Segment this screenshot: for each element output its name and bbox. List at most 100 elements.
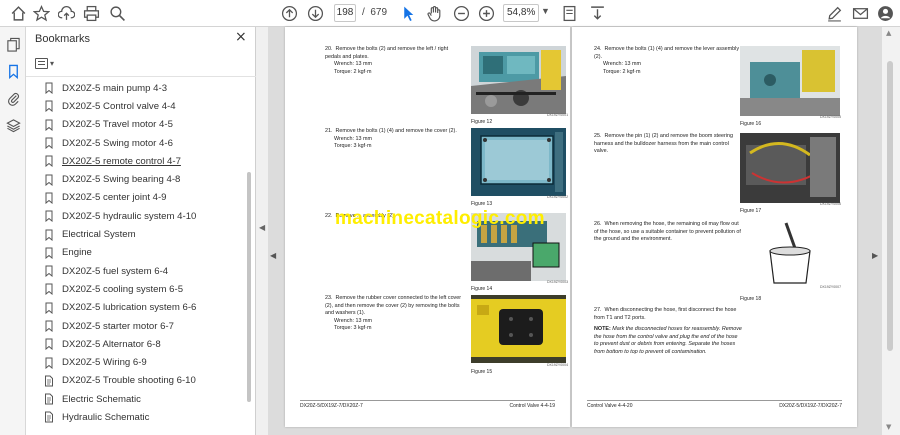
search-icon[interactable] (107, 3, 127, 23)
bookmark-label: DX20Z-5 cooling system 6-5 (62, 283, 184, 295)
bookmark-item[interactable]: DX20Z-5 fuel system 6-4 (26, 262, 248, 280)
figure-code: DX19ZY0005 (820, 115, 842, 119)
bookmark-item[interactable]: DX20Z-5 remote control 4-7 (26, 152, 248, 170)
bookmark-page-icon (44, 393, 54, 405)
zoom-in-icon[interactable] (476, 3, 496, 23)
list-options-icon (35, 57, 48, 69)
bookmark-item[interactable]: Electrical System (26, 225, 248, 243)
figure-image (740, 46, 840, 116)
bookmark-label: DX20Z-5 Trouble shooting 6-10 (62, 375, 196, 387)
figure-image (471, 128, 566, 196)
bookmark-item[interactable]: DX20Z-5 Travel motor 4-5 (26, 116, 248, 134)
figure-caption: Figure 16 (740, 121, 762, 127)
bookmark-item[interactable]: DX20Z-5 starter motor 6-7 (26, 317, 248, 335)
bookmark-icon (44, 247, 54, 259)
step-24: 24. Remove the bolts (1) (4) and remove … (594, 46, 740, 75)
mail-icon[interactable] (850, 3, 870, 23)
bookmark-item[interactable]: DX20Z-5 Swing bearing 4-8 (26, 170, 248, 188)
page-footer: DX20Z-5/DX19Z-7/DX20Z-7 Control Valve 4-… (300, 400, 555, 409)
zoom-out-icon[interactable] (451, 3, 471, 23)
figure-code: DX19ZY0006 (820, 202, 842, 206)
bookmark-item[interactable]: DX20Z-5 lubrication system 6-6 (26, 299, 248, 317)
bookmark-icon (44, 302, 54, 314)
bookmark-icon (44, 265, 54, 278)
figure-image (764, 221, 816, 289)
close-icon[interactable]: × (235, 29, 247, 45)
page-number-input[interactable]: 198 (334, 4, 356, 22)
bookmark-label: DX20Z-5 center joint 4-9 (62, 192, 167, 204)
bookmarks-tab-icon[interactable] (4, 62, 22, 80)
bookmark-label: DX20Z-5 Control valve 4-4 (62, 100, 176, 112)
bookmark-item[interactable]: DX20Z-5 center joint 4-9 (26, 189, 248, 207)
bookmark-page-icon (44, 411, 54, 423)
bookmark-label: Electrical System (62, 229, 136, 241)
step-23: 23. Remove the rubber cover connected to… (325, 295, 462, 332)
bookmark-item[interactable]: Engine (26, 244, 248, 262)
bookmark-label: DX20Z-5 lubrication system 6-6 (62, 302, 197, 314)
figure-code: DX19ZY0004 (547, 363, 569, 367)
figure-code: DX19ZY0001 (547, 113, 569, 117)
bookmark-item[interactable]: DX20Z-5 Swing motor 4-6 (26, 134, 248, 152)
panel-resize-handle[interactable]: ◀ (256, 27, 268, 435)
print-icon[interactable] (81, 3, 101, 23)
note: NOTE: Mark the disconnected hoses for re… (594, 326, 742, 355)
panel-scrollbar[interactable] (247, 172, 251, 402)
bookmark-page-icon (44, 375, 54, 387)
bookmark-item[interactable]: DX20Z-5 Wiring 6-9 (26, 353, 248, 371)
previous-page-arrow-icon[interactable]: ◀ (270, 251, 276, 260)
upload-cloud-icon[interactable] (56, 3, 76, 23)
select-cursor-icon[interactable] (398, 3, 418, 23)
home-icon[interactable] (8, 3, 28, 23)
collapse-panel-icon[interactable]: ◀ (259, 223, 265, 232)
step-26: 26. When removing the hose, the remainin… (594, 221, 741, 243)
document-scrollbar[interactable]: ▲ ▼ (882, 27, 900, 435)
bookmark-label: Hydraulic Schematic (62, 411, 150, 423)
next-page-icon[interactable] (305, 3, 325, 23)
bookmark-item[interactable]: Hydraulic Schematic (26, 408, 248, 426)
chevron-down-icon: ▾ (50, 58, 55, 68)
watermark-text: machinecatalogic.com (335, 208, 545, 229)
sign-pen-icon[interactable] (824, 3, 844, 23)
bookmark-label: DX20Z-5 main pump 4-3 (62, 82, 168, 94)
step-27: 27. When disconnecting the hose, first d… (594, 307, 737, 321)
bookmark-item[interactable]: DX20Z-5 cooling system 6-5 (26, 280, 248, 298)
pdf-page-right: 24. Remove the bolts (1) (4) and remove … (572, 27, 857, 427)
bookmark-icon (44, 229, 54, 241)
account-icon[interactable] (875, 3, 895, 23)
bookmark-icon (44, 155, 54, 168)
layers-icon[interactable] (4, 116, 22, 134)
figure-code: DX19ZY0003 (547, 280, 569, 284)
bookmark-label: DX20Z-5 hydraulic system 4-10 (62, 210, 197, 222)
figure-caption: Figure 12 (471, 119, 493, 125)
bookmark-item[interactable]: Electric Schematic (26, 390, 248, 408)
scroll-mode-icon[interactable] (587, 3, 607, 23)
next-page-arrow-icon[interactable]: ▶ (872, 251, 878, 260)
page-thumbnails-icon[interactable] (4, 35, 22, 53)
bookmark-icon (44, 357, 54, 369)
bookmark-item[interactable]: DX20Z-5 main pump 4-3 (26, 79, 248, 97)
bookmark-item[interactable]: DX20Z-5 hydraulic system 4-10 (26, 207, 248, 225)
figure-caption: Figure 14 (471, 286, 493, 292)
previous-page-icon[interactable] (279, 3, 299, 23)
bookmark-item[interactable]: DX20Z-5 Trouble shooting 6-10 (26, 372, 248, 390)
bookmark-icon (44, 137, 54, 150)
document-viewport[interactable]: 20. Remove the bolts (2) and remove the … (268, 27, 882, 435)
attachment-icon[interactable] (4, 89, 22, 107)
bookmark-icon (44, 100, 54, 113)
bookmark-options-button[interactable]: ▾ (35, 55, 63, 71)
page-fit-icon[interactable] (559, 3, 579, 23)
hand-tool-icon[interactable] (424, 3, 444, 23)
bookmark-icon (44, 82, 54, 95)
scrollbar-thumb[interactable] (887, 61, 893, 351)
scroll-down-icon[interactable]: ▼ (886, 423, 891, 431)
bookmark-label: DX20Z-5 Swing motor 4-6 (62, 137, 173, 149)
bookmark-label: DX20Z-5 Wiring 6-9 (62, 357, 147, 369)
step-20: 20. Remove the bolts (2) and remove the … (325, 46, 449, 75)
star-icon[interactable] (31, 3, 51, 23)
scroll-up-icon[interactable]: ▲ (886, 29, 891, 37)
bookmark-item[interactable]: DX20Z-5 Alternator 6-8 (26, 335, 248, 353)
bookmark-item[interactable]: DX20Z-5 Control valve 4-4 (26, 97, 248, 115)
zoom-level-input[interactable]: 54,8% (503, 4, 539, 22)
chevron-down-icon[interactable]: ▼ (541, 6, 550, 16)
bookmark-icon (44, 119, 54, 131)
